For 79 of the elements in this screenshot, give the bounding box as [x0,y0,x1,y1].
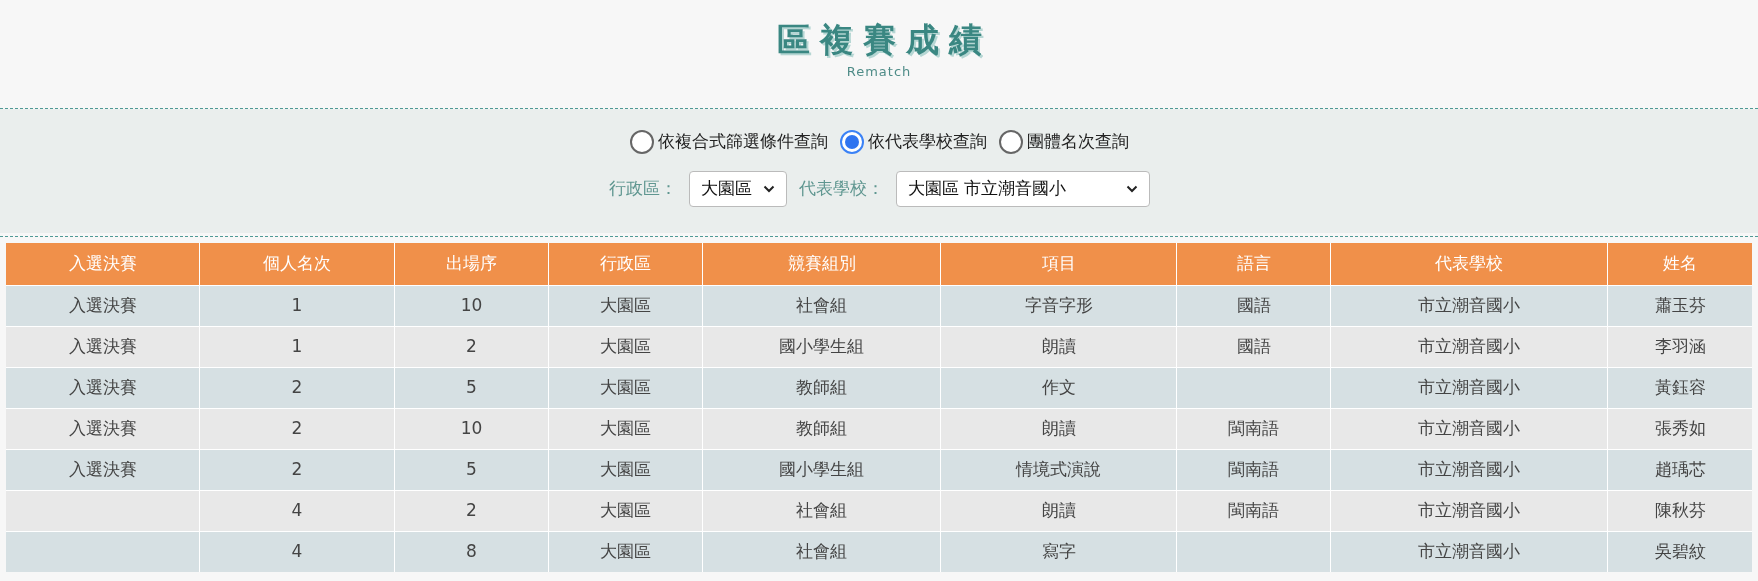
table-cell: 1 [200,327,394,367]
table-cell: 2 [200,450,394,490]
table-cell: 社會組 [703,491,940,531]
table-cell: 2 [200,368,394,408]
filter-label: 代表學校： [798,176,884,200]
table-cell: 閩南語 [1177,450,1330,490]
table-cell: 黃鈺容 [1608,368,1752,408]
table-cell: 情境式演說 [941,450,1176,490]
table-cell: 市立潮音國小 [1331,409,1607,449]
table-cell: 陳秋芬 [1608,491,1752,531]
table-cell: 寫字 [941,532,1176,572]
column-header: 入選決賽 [6,243,199,285]
column-header: 行政區 [549,243,702,285]
table-cell: 大園區 [549,491,702,531]
table-cell: 吳碧紋 [1608,532,1752,572]
table-cell: 國小學生組 [703,450,940,490]
table-cell: 閩南語 [1177,409,1330,449]
column-header: 出場序 [395,243,548,285]
table-cell: 入選決賽 [6,450,199,490]
table-cell: 教師組 [703,409,940,449]
query-mode-radio[interactable]: 依複合式篩選條件查詢 [629,129,828,155]
table-cell: 閩南語 [1177,491,1330,531]
table-cell: 社會組 [703,286,940,326]
table-cell: 朗讀 [941,327,1176,367]
table-cell: 張秀如 [1608,409,1752,449]
column-header: 姓名 [1608,243,1752,285]
table-cell: 2 [395,327,548,367]
table-cell: 朗讀 [941,491,1176,531]
table-cell: 李羽涵 [1608,327,1752,367]
table-cell: 2 [200,409,394,449]
table-cell: 大園區 [549,450,702,490]
table-cell: 10 [395,286,548,326]
table-cell: 入選決賽 [6,286,199,326]
table-cell: 8 [395,532,548,572]
table-cell: 國語 [1177,286,1330,326]
column-header: 語言 [1177,243,1330,285]
filter-select[interactable]: 大園區 [688,170,787,207]
column-header: 項目 [941,243,1176,285]
query-mode-radio[interactable]: 依代表學校查詢 [839,129,987,155]
filter-label: 行政區： [608,176,677,200]
table-cell: 5 [395,368,548,408]
table-cell: 蕭玉芬 [1608,286,1752,326]
table-cell: 4 [200,491,394,531]
column-header: 競賽組別 [703,243,940,285]
column-header: 代表學校 [1331,243,1607,285]
table-cell: 10 [395,409,548,449]
page-title: 區複賽成績 [775,20,992,60]
table-cell: 1 [200,286,394,326]
table-cell: 國小學生組 [703,327,940,367]
table-cell: 趙瑀芯 [1608,450,1752,490]
table-cell: 字音字形 [941,286,1176,326]
chevron-down-icon [1125,184,1138,193]
page-subtitle: Rematch [846,63,912,81]
table-cell: 4 [200,532,394,572]
table-cell: 市立潮音國小 [1331,327,1607,367]
table-cell: 國語 [1177,327,1330,367]
table-cell: 作文 [941,368,1176,408]
table-cell: 大園區 [549,368,702,408]
column-header: 個人名次 [200,243,394,285]
table-cell: 市立潮音國小 [1331,450,1607,490]
table-cell: 市立潮音國小 [1331,286,1607,326]
table-cell: 大園區 [549,532,702,572]
table-cell: 市立潮音國小 [1331,368,1607,408]
table-cell: 2 [395,491,548,531]
table-cell: 大園區 [549,286,702,326]
table-cell: 大園區 [549,409,702,449]
table-cell: 入選決賽 [6,327,199,367]
table-cell: 教師組 [703,368,940,408]
table-cell: 大園區 [549,327,702,367]
filter-select[interactable]: 大園區 市立潮音國小 [895,170,1150,207]
table-cell: 朗讀 [941,409,1176,449]
table-cell: 入選決賽 [6,409,199,449]
table-cell: 5 [395,450,548,490]
chevron-down-icon [762,184,775,193]
table-cell: 市立潮音國小 [1331,491,1607,531]
table-cell: 市立潮音國小 [1331,532,1607,572]
query-mode-radio[interactable]: 團體名次查詢 [998,129,1129,155]
table-cell: 入選決賽 [6,368,199,408]
table-cell: 社會組 [703,532,940,572]
